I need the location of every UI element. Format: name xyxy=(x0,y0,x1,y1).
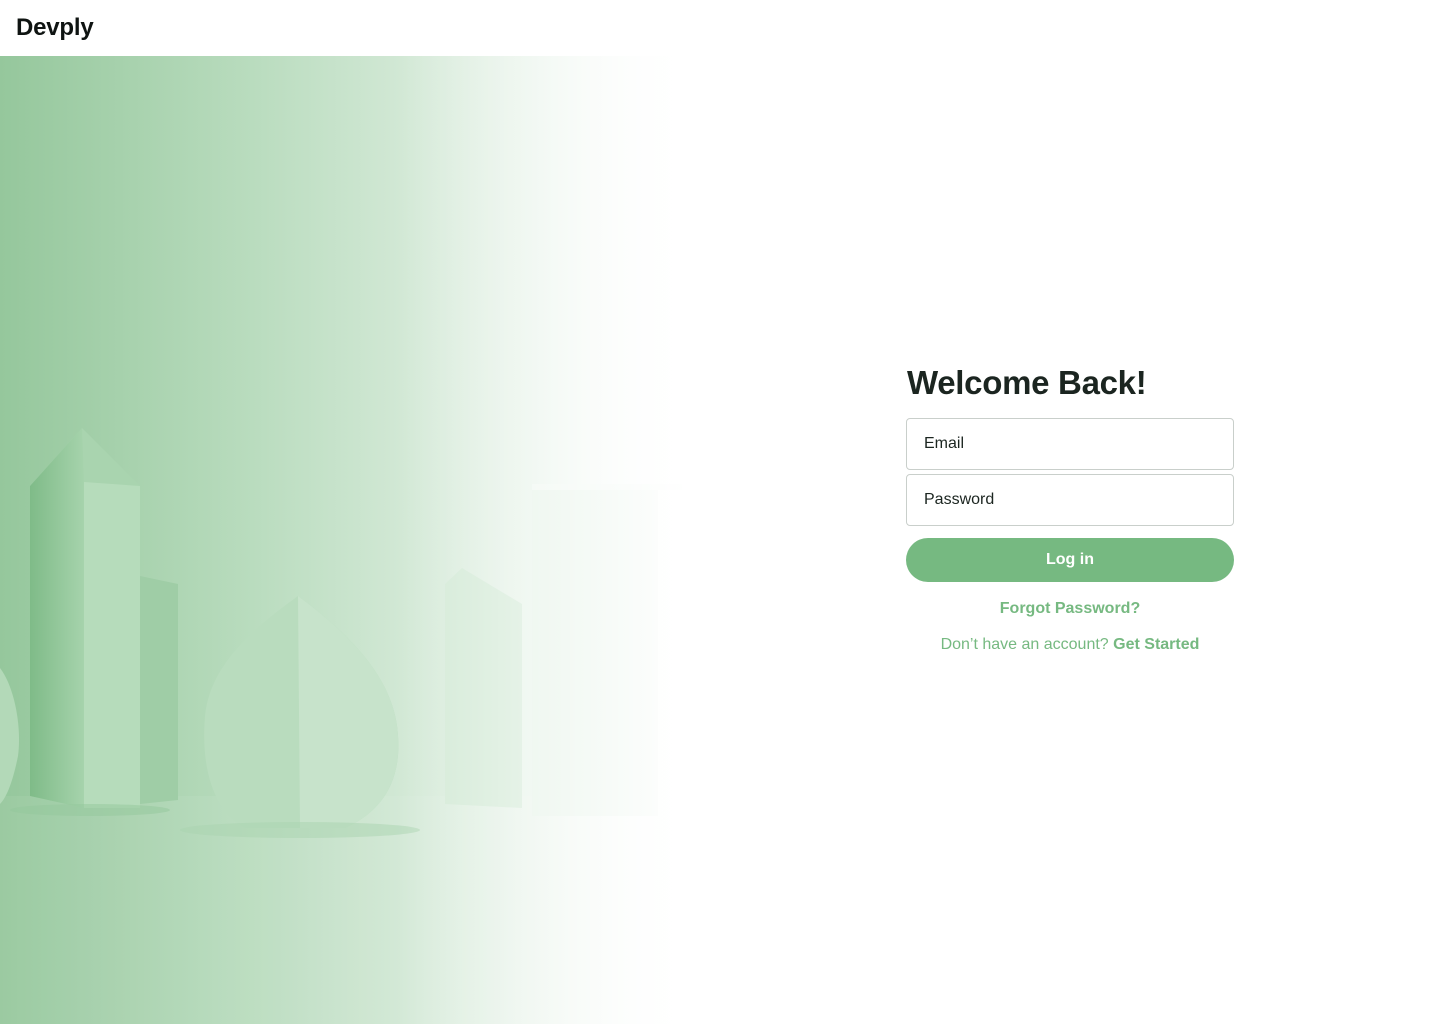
login-form: Welcome Back! Log in Forgot Password? Do… xyxy=(906,360,1234,654)
get-started-link[interactable]: Get Started xyxy=(1113,636,1199,653)
email-input[interactable] xyxy=(922,419,1233,469)
login-button[interactable]: Log in xyxy=(906,538,1234,582)
hero-image xyxy=(0,56,720,1024)
top-bar: Devply xyxy=(0,0,1440,56)
logo[interactable]: Devply xyxy=(16,14,94,42)
password-field[interactable] xyxy=(906,474,1234,526)
email-field[interactable] xyxy=(906,418,1234,470)
password-input[interactable] xyxy=(922,475,1233,525)
page-title: Welcome Back! xyxy=(907,364,1147,401)
signup-row: Don’t have an account? Get Started xyxy=(906,636,1234,654)
hero-illustration xyxy=(0,56,720,1024)
forgot-password-link[interactable]: Forgot Password? xyxy=(906,600,1234,618)
signup-prompt: Don’t have an account? xyxy=(940,636,1109,653)
